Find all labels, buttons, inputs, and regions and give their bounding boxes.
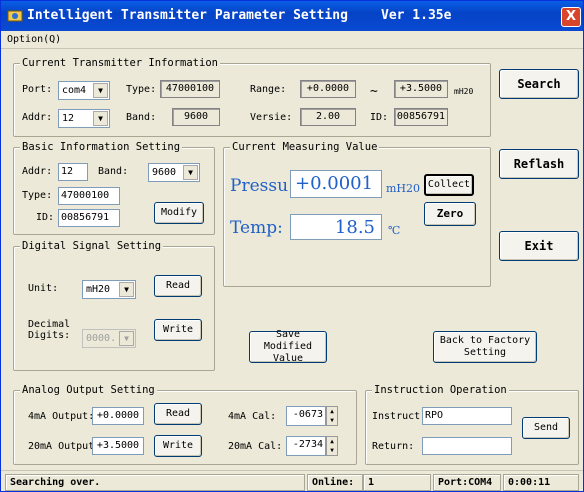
basic-band-select[interactable]: 9600 ▼ <box>148 163 200 182</box>
addr-select[interactable]: 12 ▼ <box>58 109 110 128</box>
instruction-group: Instruction Operation Instruct RPO Retur… <box>365 384 579 465</box>
addr-label: Addr: <box>22 112 53 123</box>
range-label: Range: <box>250 84 287 95</box>
chevron-down-icon[interactable]: ▼ <box>119 282 134 297</box>
collect-button[interactable]: Collect <box>424 174 474 196</box>
temp-display: 18.5 <box>290 214 382 240</box>
main-window: Intelligent Transmitter Parameter Settin… <box>0 0 584 492</box>
return-input[interactable] <box>422 437 512 455</box>
digital-signal-legend: Digital Signal Setting <box>20 240 164 252</box>
basic-type-label: Type: <box>22 190 53 201</box>
pressure-label: Pressu <box>230 176 289 196</box>
window-title: Intelligent Transmitter Parameter Settin… <box>27 8 348 23</box>
instruct-label: Instruct <box>372 411 421 422</box>
save-modified-button[interactable]: Save Modified Value <box>249 329 327 364</box>
cal20-spinner[interactable]: ▲ ▼ <box>326 436 338 456</box>
instruct-input[interactable]: RPO <box>422 407 512 425</box>
status-bar: Searching over. Online: 1 Port:COM4 0:00… <box>1 470 583 492</box>
analog-read-button[interactable]: Read <box>154 403 202 425</box>
instruction-legend: Instruction Operation <box>372 384 509 396</box>
reflash-button[interactable]: Reflash <box>499 149 579 179</box>
temp-label: Temp: <box>230 218 283 238</box>
basic-type-input[interactable]: 47000100 <box>58 187 120 205</box>
current-transmitter-info-legend: Current Transmitter Information <box>20 57 220 69</box>
versie-label: Versie: <box>250 112 293 123</box>
range-separator: ~ <box>370 84 378 99</box>
online-value: 1 <box>363 474 431 491</box>
send-button[interactable]: Send <box>522 417 570 439</box>
basic-band-select-value: 9600 <box>152 167 177 178</box>
unit-label: Unit: <box>28 283 59 294</box>
digital-signal-group: Digital Signal Setting Unit: mH20 ▼ Read… <box>13 240 215 371</box>
measuring-legend: Current Measuring Value <box>230 141 380 153</box>
decimal-digits-value: 0000. <box>86 333 117 344</box>
band-label: Band: <box>126 112 157 123</box>
out4-input[interactable]: +0.0000 <box>92 407 144 425</box>
basic-addr-label: Addr: <box>22 166 53 177</box>
analog-output-legend: Analog Output Setting <box>20 384 157 396</box>
range-low-display: +0.0000 <box>300 80 356 98</box>
status-message: Searching over. <box>5 474 305 491</box>
version-label: Ver 1.35e <box>381 8 452 23</box>
status-time: 0:00:11 <box>503 474 579 491</box>
basic-id-input[interactable]: 00856791 <box>58 209 120 227</box>
range-high-display: +3.5000 <box>394 80 448 98</box>
cal4-label: 4mA Cal: <box>228 411 277 422</box>
title-bar[interactable]: Intelligent Transmitter Parameter Settin… <box>1 1 583 31</box>
pressure-unit: mH20 <box>386 182 421 195</box>
close-button[interactable]: X <box>561 7 581 27</box>
decimal-digits-select[interactable]: 0000. ▼ <box>82 329 136 348</box>
port-select[interactable]: com4 ▼ <box>58 81 110 100</box>
online-label: Online: <box>307 474 363 491</box>
band-display: 9600 <box>172 108 220 126</box>
app-icon <box>7 8 23 24</box>
chevron-down-icon[interactable]: ▼ <box>93 111 108 126</box>
chevron-down-icon[interactable]: ▼ <box>93 83 108 98</box>
digital-write-button[interactable]: Write <box>154 319 202 341</box>
menu-option[interactable]: Option(Q) <box>7 34 61 45</box>
versie-display: 2.00 <box>300 108 356 126</box>
analog-write-button[interactable]: Write <box>154 435 202 457</box>
pressure-display: +0.0001 <box>290 170 382 198</box>
type-label: Type: <box>126 84 157 95</box>
analog-output-group: Analog Output Setting 4mA Output: +0.000… <box>13 384 357 465</box>
chevron-down-icon[interactable]: ▼ <box>183 165 198 180</box>
out20-label: 20mA Output <box>28 441 95 452</box>
id-display: 00856791 <box>394 108 448 126</box>
current-transmitter-info-group: Current Transmitter Information Port: co… <box>13 57 491 137</box>
addr-select-value: 12 <box>62 113 75 124</box>
chevron-down-icon[interactable]: ▼ <box>119 331 134 346</box>
unit-select[interactable]: mH20 ▼ <box>82 280 136 299</box>
out20-input[interactable]: +3.5000 <box>92 437 144 455</box>
measuring-group: Current Measuring Value Pressu +0.0001 m… <box>223 141 491 287</box>
basic-id-label: ID: <box>36 212 55 223</box>
cal4-spinner[interactable]: ▲ ▼ <box>326 406 338 426</box>
decimal-digits-label: Decimal Digits: <box>28 319 71 341</box>
status-port: Port:COM4 <box>433 474 501 491</box>
close-icon: X <box>565 9 577 24</box>
temp-unit: ℃ <box>388 224 401 237</box>
port-label: Port: <box>22 84 53 95</box>
out4-label: 4mA Output: <box>28 411 95 422</box>
back-to-factory-button[interactable]: Back to Factory Setting <box>433 331 537 363</box>
basic-info-legend: Basic Information Setting <box>20 141 183 153</box>
basic-band-label: Band: <box>98 166 129 177</box>
digital-read-button[interactable]: Read <box>154 275 202 297</box>
cal4-input[interactable]: -0673 <box>286 406 326 426</box>
type-display: 47000100 <box>160 80 220 98</box>
search-button[interactable]: Search <box>499 69 579 99</box>
modify-button[interactable]: Modify <box>154 202 204 224</box>
basic-info-group: Basic Information Setting Addr: 12 Band:… <box>13 141 215 235</box>
basic-addr-input[interactable]: 12 <box>58 163 88 181</box>
cal20-label: 20mA Cal: <box>228 441 283 452</box>
unit-select-value: mH20 <box>86 284 111 295</box>
menu-bar: Option(Q) <box>1 31 583 49</box>
port-select-value: com4 <box>62 85 87 96</box>
exit-button[interactable]: Exit <box>499 231 579 261</box>
range-unit: mH20 <box>454 87 474 96</box>
return-label: Return: <box>372 441 415 452</box>
id-label: ID: <box>370 112 389 123</box>
zero-button[interactable]: Zero <box>424 202 476 226</box>
cal20-input[interactable]: -2734 <box>286 436 326 456</box>
